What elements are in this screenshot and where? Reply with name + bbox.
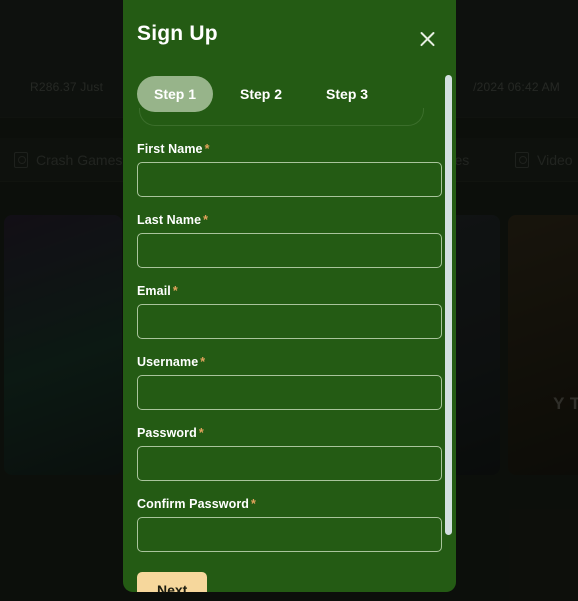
field-label-text: Password: [137, 426, 197, 440]
username-input[interactable]: [137, 375, 442, 410]
modal-title: Sign Up: [137, 22, 218, 45]
next-button[interactable]: Next: [137, 572, 208, 592]
sign-up-modal: Sign Up Step 1 Step 2 Step 3 First Name *…: [123, 0, 456, 592]
field-label-text: Last Name: [137, 213, 202, 227]
field-username: Username *: [137, 355, 442, 410]
tab-step-2[interactable]: Step 2: [223, 76, 299, 112]
confirm-password-input[interactable]: [137, 517, 442, 552]
last-name-input[interactable]: [137, 233, 442, 268]
tab-step-3[interactable]: Step 3: [309, 76, 385, 112]
first-name-input[interactable]: [137, 162, 442, 197]
field-label: Username *: [137, 355, 442, 369]
field-label-text: Username: [137, 355, 199, 369]
step-tabs: Step 1 Step 2 Step 3: [137, 76, 442, 126]
tab-step-1[interactable]: Step 1: [137, 76, 214, 112]
field-password: Password *: [137, 426, 442, 481]
field-last-name: Last Name *: [137, 213, 442, 268]
app-screen: R286.37 Just /2024 06:42 AM Crash Games …: [0, 0, 578, 601]
modal-scrollbar-thumb[interactable]: [445, 75, 452, 535]
required-marker: *: [200, 355, 206, 369]
field-confirm-password: Confirm Password *: [137, 497, 442, 552]
required-marker: *: [198, 426, 204, 440]
close-icon[interactable]: [412, 24, 442, 54]
modal-scrollbar-track[interactable]: [444, 70, 453, 540]
modal-header: Sign Up: [123, 0, 456, 70]
field-label: First Name *: [137, 142, 442, 156]
field-label-text: Email: [137, 284, 171, 298]
password-input[interactable]: [137, 446, 442, 481]
field-label-text: Confirm Password: [137, 497, 250, 511]
sign-up-form: First Name * Last Name * Email * Username *: [123, 126, 456, 592]
required-marker: *: [203, 213, 209, 227]
email-input[interactable]: [137, 304, 442, 339]
field-label: Last Name *: [137, 213, 442, 227]
field-label: Confirm Password *: [137, 497, 442, 511]
field-email: Email *: [137, 284, 442, 339]
required-marker: *: [251, 497, 257, 511]
field-label: Password *: [137, 426, 442, 440]
field-label-text: First Name: [137, 142, 203, 156]
required-marker: *: [204, 142, 210, 156]
field-label: Email *: [137, 284, 442, 298]
required-marker: *: [172, 284, 178, 298]
field-first-name: First Name *: [137, 142, 442, 197]
